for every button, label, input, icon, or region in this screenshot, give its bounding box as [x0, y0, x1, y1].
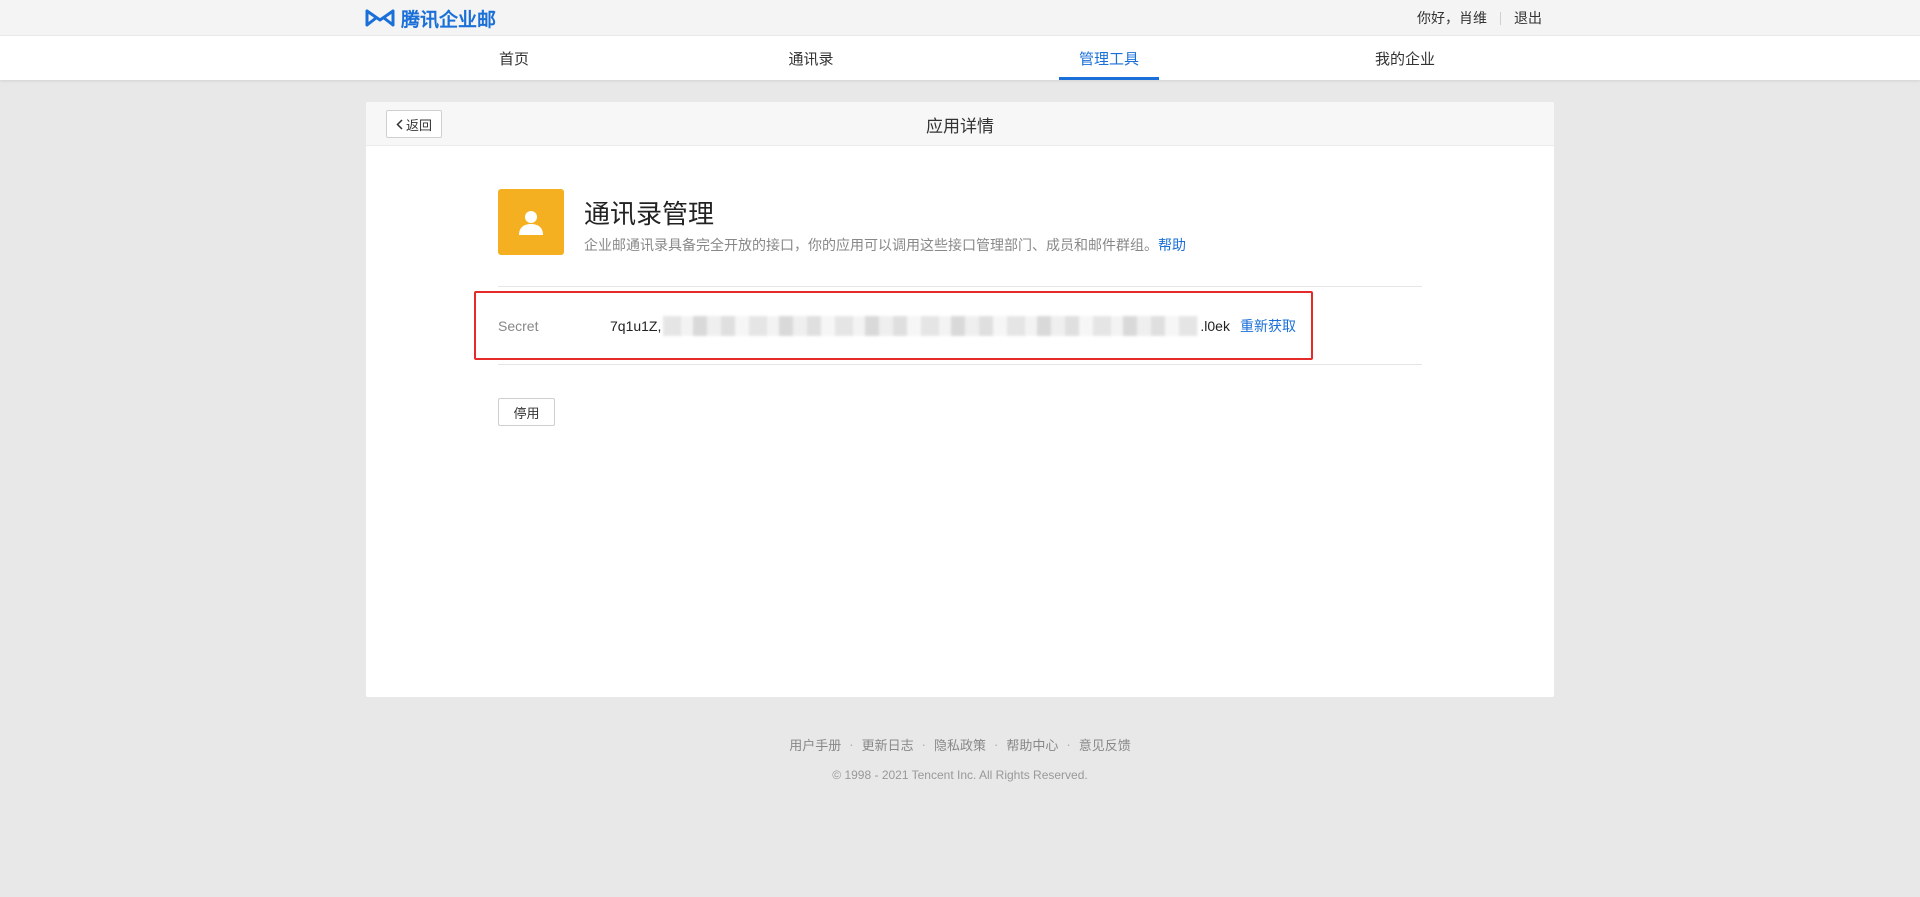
nav-item-my-enterprise[interactable]: 我的企业 — [1355, 36, 1455, 80]
footer-link-help-center[interactable]: 帮助中心 — [1006, 735, 1058, 754]
footer-separator: · — [994, 737, 999, 752]
secret-value: 7q1u1Z, .l0ek 重新获取 — [610, 293, 1296, 358]
footer-links: 用户手册 · 更新日志 · 隐私政策 · 帮助中心 · 意见反馈 — [0, 735, 1920, 754]
secret-value-suffix: .l0ek — [1200, 317, 1230, 334]
user-greeting: 你好，肖维 — [1417, 10, 1487, 26]
nav-item-contacts[interactable]: 通讯录 — [761, 36, 861, 80]
app-description: 企业邮通讯录具备完全开放的接口，你的应用可以调用这些接口管理部门、成员和邮件群组… — [584, 235, 1186, 255]
top-bar: 腾讯企业邮 你好，肖维 退出 — [0, 0, 1920, 36]
secret-value-prefix: 7q1u1Z, — [610, 317, 662, 334]
back-button[interactable]: 返回 — [386, 110, 442, 138]
footer-separator: · — [1066, 737, 1071, 752]
user-silhouette-icon — [519, 211, 543, 235]
help-link[interactable]: 帮助 — [1158, 237, 1186, 253]
divider-top — [498, 286, 1422, 287]
page-title: 应用详情 — [926, 116, 994, 136]
card-header: 应用详情 返回 — [366, 102, 1554, 146]
app-icon — [498, 189, 564, 255]
brand-name: 腾讯企业邮 — [401, 9, 497, 31]
app-name: 通讯录管理 — [584, 199, 715, 229]
user-area: 你好，肖维 退出 — [1417, 0, 1542, 36]
copyright: © 1998 - 2021 Tencent Inc. All Rights Re… — [832, 768, 1088, 782]
secret-row: Secret 7q1u1Z, .l0ek 重新获取 — [474, 291, 1313, 360]
secret-label: Secret — [498, 317, 539, 334]
disable-button[interactable]: 停用 — [498, 398, 555, 426]
logout-link[interactable]: 退出 — [1514, 8, 1542, 28]
back-button-label: 返回 — [405, 117, 432, 133]
footer-separator: · — [849, 737, 854, 752]
user-area-divider — [1500, 11, 1501, 25]
refresh-secret-link[interactable]: 重新获取 — [1240, 316, 1296, 336]
nav-item-management-tools[interactable]: 管理工具 — [1059, 36, 1159, 80]
footer-link-user-manual[interactable]: 用户手册 — [789, 735, 841, 754]
brand-logo[interactable]: 腾讯企业邮 — [365, 6, 497, 31]
footer-separator: · — [921, 737, 926, 752]
footer-link-privacy-policy[interactable]: 隐私政策 — [934, 735, 986, 754]
chevron-left-icon — [396, 118, 403, 130]
app-detail-card: 应用详情 返回 通讯录管理 企业邮通讯录具备完全开放的接口，你的应用可以调用这些… — [366, 102, 1554, 697]
footer-link-feedback[interactable]: 意见反馈 — [1079, 735, 1131, 754]
nav-item-home[interactable]: 首页 — [464, 36, 564, 80]
secret-redaction-mask — [663, 315, 1199, 336]
footer-link-changelog[interactable]: 更新日志 — [862, 735, 914, 754]
app-description-text: 企业邮通讯录具备完全开放的接口，你的应用可以调用这些接口管理部门、成员和邮件群组… — [584, 237, 1158, 253]
divider-bottom — [498, 364, 1422, 365]
tencent-exmail-logo-icon — [365, 9, 395, 27]
main-nav: 首页 通讯录 管理工具 我的企业 — [0, 36, 1920, 80]
